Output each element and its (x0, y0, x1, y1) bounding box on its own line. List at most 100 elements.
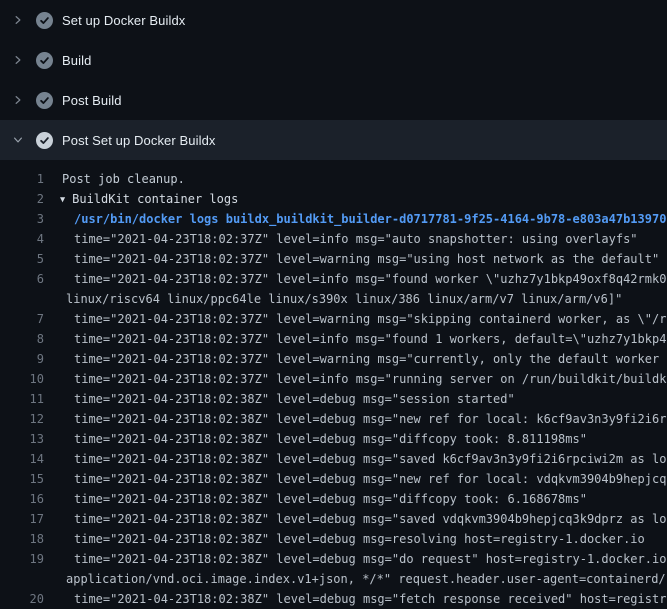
step-post-set-up-docker-buildx[interactable]: Post Set up Docker Buildx (0, 120, 667, 160)
log-text: ▼time="2021-04-23T18:02:37Z" level=warni… (74, 349, 667, 369)
log-text: ▼application/vnd.oci.image.index.v1+json… (66, 569, 667, 589)
log-text: ▼time="2021-04-23T18:02:37Z" level=warni… (74, 249, 659, 269)
log-row: 16 ▼time="2021-04-23T18:02:38Z" level=de… (0, 489, 667, 509)
check-circle-icon (36, 132, 53, 149)
line-number[interactable]: 4 (0, 229, 44, 249)
log-lines: 1 ▼Post job cleanup. 2 ▼ BuildKit contain… (0, 169, 667, 609)
log-row: 18 ▼time="2021-04-23T18:02:38Z" level=de… (0, 529, 667, 549)
log-row: 7 ▼time="2021-04-23T18:02:37Z" level=war… (0, 309, 667, 329)
log-text-content: time="2021-04-23T18:02:37Z" level=warnin… (74, 252, 659, 266)
line-number[interactable]: 1 (0, 169, 44, 189)
log-text-content: time="2021-04-23T18:02:37Z" level=info m… (74, 272, 667, 286)
line-number[interactable]: 18 (0, 529, 44, 549)
log-row: 15 ▼time="2021-04-23T18:02:38Z" level=de… (0, 469, 667, 489)
log-text-content: linux/riscv64 linux/ppc64le linux/s390x … (66, 292, 622, 306)
log-viewer[interactable]: 1 ▼Post job cleanup. 2 ▼ BuildKit contain… (0, 160, 667, 609)
log-text-content: time="2021-04-23T18:02:38Z" level=debug … (74, 392, 515, 406)
log-text-content: application/vnd.oci.image.index.v1+json,… (66, 572, 667, 586)
log-row: 3 ▼/usr/bin/docker logs buildx_buildkit_… (0, 209, 667, 229)
step-post-build[interactable]: Post Build (0, 80, 667, 120)
line-number[interactable]: 11 (0, 389, 44, 409)
chevron-down-icon[interactable] (12, 132, 24, 148)
log-row: 6 ▼time="2021-04-23T18:02:37Z" level=inf… (0, 269, 667, 289)
log-row: 11 ▼time="2021-04-23T18:02:38Z" level=de… (0, 389, 667, 409)
log-row: 20 ▼time="2021-04-23T18:02:38Z" level=de… (0, 589, 667, 609)
chevron-right-icon[interactable] (12, 92, 24, 108)
log-text: ▼time="2021-04-23T18:02:37Z" level=warni… (74, 309, 667, 329)
log-text: ▼time="2021-04-23T18:02:38Z" level=debug… (74, 529, 645, 549)
log-text: ▼time="2021-04-23T18:02:38Z" level=debug… (74, 409, 667, 429)
line-number[interactable]: 9 (0, 349, 44, 369)
line-number[interactable]: 7 (0, 309, 44, 329)
log-text-content: time="2021-04-23T18:02:38Z" level=debug … (74, 432, 587, 446)
log-row: 13 ▼time="2021-04-23T18:02:38Z" level=de… (0, 429, 667, 449)
log-text: ▼time="2021-04-23T18:02:38Z" level=debug… (74, 469, 667, 489)
log-text: ▼Post job cleanup. (62, 169, 185, 189)
line-number[interactable] (0, 569, 44, 589)
log-text: ▼time="2021-04-23T18:02:38Z" level=debug… (74, 589, 667, 609)
line-number[interactable]: 6 (0, 269, 44, 289)
log-text: ▼time="2021-04-23T18:02:38Z" level=debug… (74, 389, 515, 409)
step-label: Build (62, 53, 91, 68)
log-text-content: time="2021-04-23T18:02:38Z" level=debug … (74, 512, 667, 526)
line-number[interactable]: 10 (0, 369, 44, 389)
line-number[interactable]: 16 (0, 489, 44, 509)
group-collapse-icon[interactable]: ▼ (60, 195, 65, 205)
chevron-right-icon[interactable] (12, 52, 24, 68)
line-number[interactable]: 20 (0, 589, 44, 609)
log-row: ▼application/vnd.oci.image.index.v1+json… (0, 569, 667, 589)
log-text: ▼time="2021-04-23T18:02:38Z" level=debug… (74, 429, 587, 449)
chevron-right-icon[interactable] (12, 12, 24, 28)
log-row: 14 ▼time="2021-04-23T18:02:38Z" level=de… (0, 449, 667, 469)
log-text: ▼time="2021-04-23T18:02:37Z" level=info … (74, 269, 667, 289)
check-circle-icon (36, 92, 53, 109)
check-circle-icon (36, 12, 53, 29)
log-text: ▼time="2021-04-23T18:02:38Z" level=debug… (74, 489, 587, 509)
log-text-content: Post job cleanup. (62, 172, 185, 186)
log-row: 19 ▼time="2021-04-23T18:02:38Z" level=de… (0, 549, 667, 569)
log-text: ▼ BuildKit container logs (60, 189, 238, 209)
step-set-up-docker-buildx[interactable]: Set up Docker Buildx (0, 0, 667, 40)
log-text-content: time="2021-04-23T18:02:38Z" level=debug … (74, 592, 667, 606)
log-text: ▼time="2021-04-23T18:02:38Z" level=debug… (74, 449, 667, 469)
log-row: 12 ▼time="2021-04-23T18:02:38Z" level=de… (0, 409, 667, 429)
line-number[interactable]: 3 (0, 209, 44, 229)
log-text: ▼time="2021-04-23T18:02:38Z" level=debug… (74, 509, 667, 529)
line-number[interactable]: 19 (0, 549, 44, 569)
log-text-content: time="2021-04-23T18:02:38Z" level=debug … (74, 472, 667, 486)
log-text-content: time="2021-04-23T18:02:37Z" level=info m… (74, 372, 667, 386)
log-row: 10 ▼time="2021-04-23T18:02:37Z" level=in… (0, 369, 667, 389)
log-text-content: time="2021-04-23T18:02:38Z" level=debug … (74, 552, 667, 566)
line-number[interactable]: 13 (0, 429, 44, 449)
log-text: ▼linux/riscv64 linux/ppc64le linux/s390x… (66, 289, 622, 309)
log-row: 9 ▼time="2021-04-23T18:02:37Z" level=war… (0, 349, 667, 369)
log-text-content: /usr/bin/docker logs buildx_buildkit_bui… (74, 212, 666, 226)
line-number[interactable]: 5 (0, 249, 44, 269)
log-text-content: time="2021-04-23T18:02:38Z" level=debug … (74, 452, 667, 466)
check-circle-icon (36, 52, 53, 69)
line-number[interactable]: 2 (0, 189, 44, 209)
line-number[interactable]: 14 (0, 449, 44, 469)
step-label: Post Build (62, 93, 122, 108)
line-number[interactable] (0, 289, 44, 309)
steps-list: Set up Docker Buildx Build Post Build Po… (0, 0, 667, 160)
log-text: ▼time="2021-04-23T18:02:38Z" level=debug… (74, 549, 667, 569)
log-text-content: time="2021-04-23T18:02:37Z" level=info m… (74, 232, 638, 246)
log-row: 17 ▼time="2021-04-23T18:02:38Z" level=de… (0, 509, 667, 529)
log-text-content: time="2021-04-23T18:02:37Z" level=warnin… (74, 312, 667, 326)
log-text-content: time="2021-04-23T18:02:38Z" level=debug … (74, 412, 667, 426)
step-label: Post Set up Docker Buildx (62, 133, 216, 148)
log-text-content: time="2021-04-23T18:02:37Z" level=warnin… (74, 352, 667, 366)
step-label: Set up Docker Buildx (62, 13, 185, 28)
log-text-content: BuildKit container logs (72, 192, 238, 206)
step-build[interactable]: Build (0, 40, 667, 80)
line-number[interactable]: 15 (0, 469, 44, 489)
line-number[interactable]: 12 (0, 409, 44, 429)
log-text: ▼/usr/bin/docker logs buildx_buildkit_bu… (74, 209, 666, 229)
log-text: ▼time="2021-04-23T18:02:37Z" level=info … (74, 329, 667, 349)
log-row: ▼linux/riscv64 linux/ppc64le linux/s390x… (0, 289, 667, 309)
log-text: ▼time="2021-04-23T18:02:37Z" level=info … (74, 369, 667, 389)
line-number[interactable]: 17 (0, 509, 44, 529)
line-number[interactable]: 8 (0, 329, 44, 349)
log-text: ▼time="2021-04-23T18:02:37Z" level=info … (74, 229, 638, 249)
